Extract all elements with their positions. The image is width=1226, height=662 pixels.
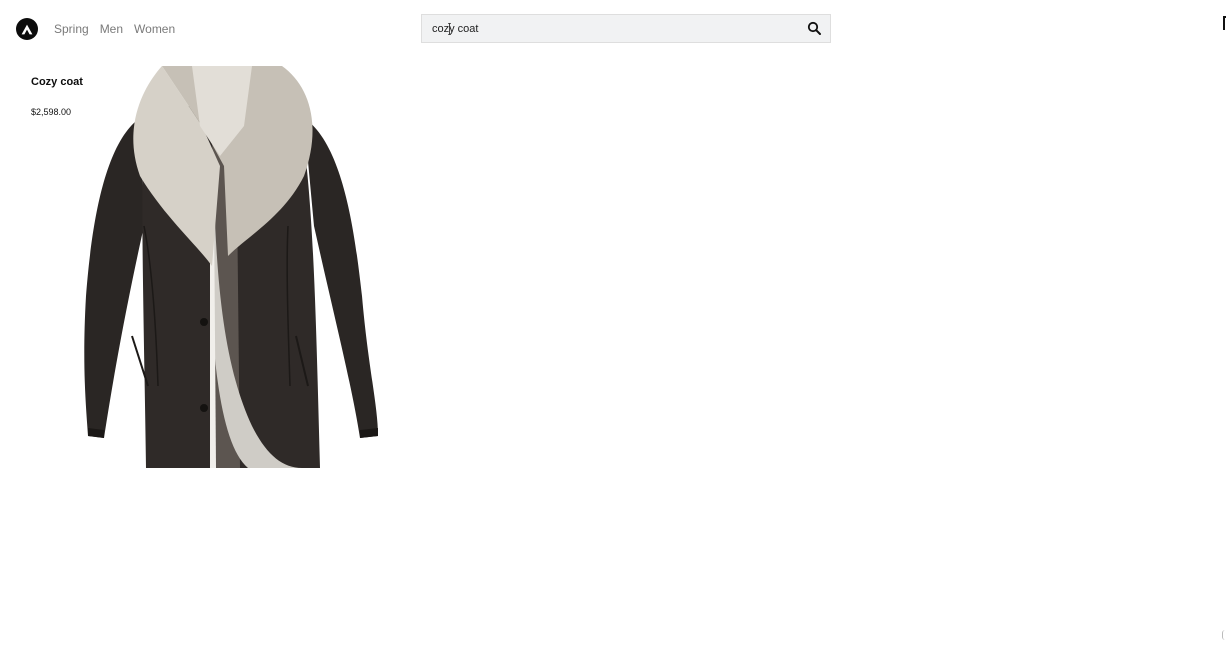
product-card[interactable]: Cozy coat $2,598.00 xyxy=(16,66,396,468)
search-input[interactable] xyxy=(430,19,794,39)
main-nav: Spring Men Women xyxy=(54,22,175,36)
search-button[interactable] xyxy=(807,21,822,36)
nav-link-women[interactable]: Women xyxy=(134,22,175,36)
text-cursor-icon xyxy=(448,23,451,35)
site-header: Spring Men Women xyxy=(0,0,1226,58)
scroll-indicator xyxy=(1222,630,1226,640)
coat-image[interactable] xyxy=(52,66,382,468)
nav-link-spring[interactable]: Spring xyxy=(54,22,89,36)
triangle-logo-icon xyxy=(21,24,33,34)
search-icon xyxy=(807,21,821,35)
nav-link-men[interactable]: Men xyxy=(100,22,123,36)
brand-logo[interactable] xyxy=(16,18,38,40)
search-bar xyxy=(421,14,831,43)
